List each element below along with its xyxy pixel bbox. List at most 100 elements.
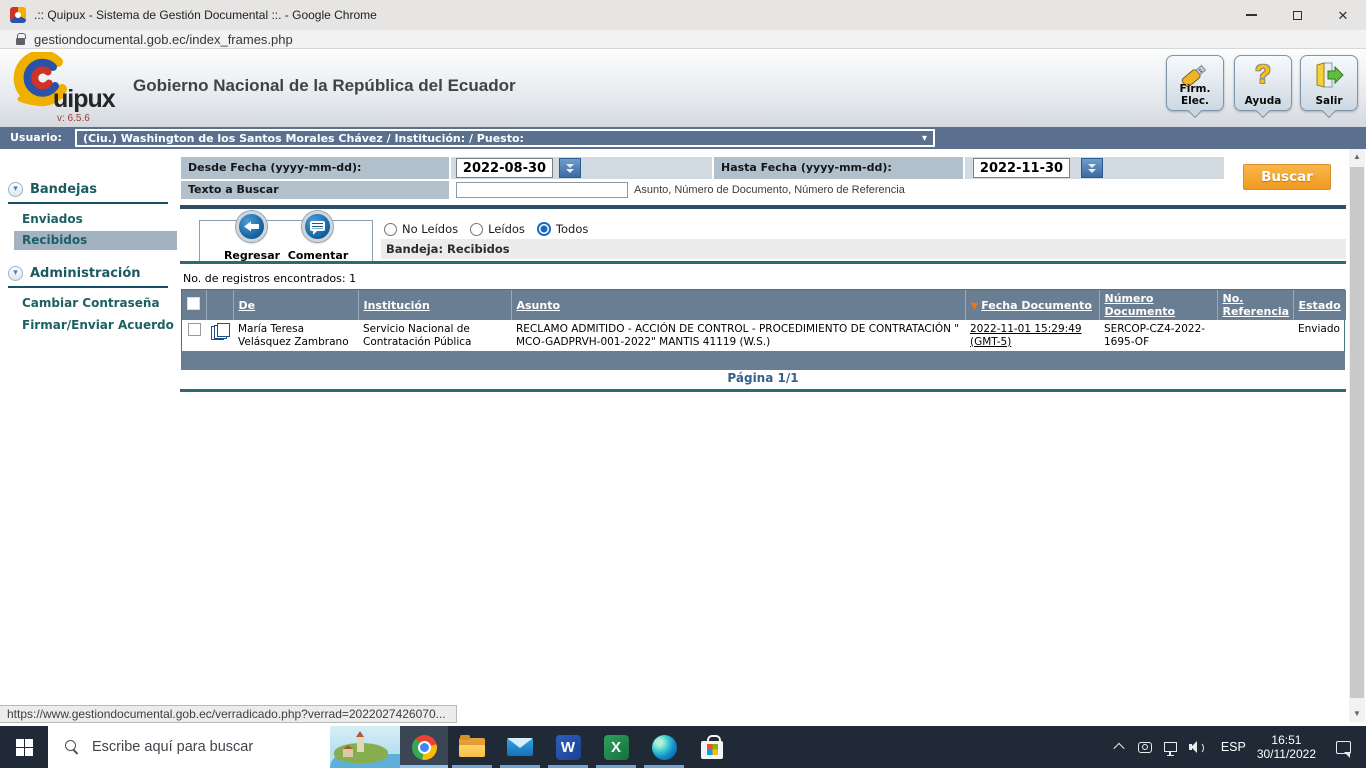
close-button[interactable]: ✕ (1320, 0, 1366, 30)
tray-volume-button[interactable] (1184, 726, 1210, 768)
header-cell-referencia: No. Referencia (1217, 290, 1294, 320)
taskbar-search[interactable]: Escribe aquí para buscar (48, 726, 400, 768)
search-hint: Asunto, Número de Documento, Número de R… (634, 184, 905, 196)
app-version: v: 6.5.6 (57, 113, 90, 124)
sidebar-section-bandejas[interactable]: ▾ Bandejas (8, 182, 168, 204)
column-sort-link-numero[interactable]: Número Documento (1105, 292, 1176, 318)
taskbar-app-explorer[interactable] (448, 726, 496, 768)
sidebar-item-cambiar-contrasena[interactable]: Cambiar Contraseña (14, 294, 177, 313)
tray-network-button[interactable] (1158, 726, 1184, 768)
back-button[interactable] (236, 211, 267, 242)
cell-asunto: RECLAMO ADMITIDO - ACCIÓN DE CONTROL - P… (516, 323, 960, 348)
windows-logo-icon (15, 738, 33, 756)
clock-time: 16:51 (1271, 733, 1302, 747)
user-bar: Usuario: (Ciu.) Washington de los Santos… (0, 127, 1366, 149)
sidebar-item-enviados[interactable]: Enviados (14, 210, 177, 229)
quipux-header: uipux v: 6.5.6 Gobierno Nacional de la R… (0, 49, 1366, 127)
help-button[interactable]: ? Ayuda (1234, 55, 1292, 111)
column-sort-link-institucion[interactable]: Institución (364, 299, 430, 312)
table-row: María Teresa Velásquez Zambrano Servicio… (182, 320, 1346, 351)
to-date-picker-button[interactable] (1081, 158, 1103, 178)
taskbar-app-edge[interactable] (640, 726, 688, 768)
search-highlight-image (330, 726, 400, 768)
taskbar-app-chrome[interactable] (400, 726, 448, 768)
calendar-dropdown-icon (566, 163, 574, 168)
excel-icon (603, 734, 629, 760)
filter-radio-todos[interactable]: Todos (536, 222, 588, 236)
restore-button[interactable] (1274, 0, 1320, 30)
address-bar[interactable]: gestiondocumental.gob.ec/index_frames.ph… (0, 30, 1366, 49)
filter-radio-leidos[interactable]: Leídos (470, 222, 525, 236)
header-cell-fecha: ▼ Fecha Documento (965, 290, 1100, 320)
column-sort-link-estado[interactable]: Estado (1299, 299, 1341, 312)
table-header-row: De Institución Asunto ▼ Fecha Documento N… (182, 290, 1346, 320)
notification-icon (1335, 740, 1351, 758)
column-sort-link-asunto[interactable]: Asunto (517, 299, 561, 312)
window-title: .:: Quipux - Sistema de Gestión Document… (34, 8, 377, 22)
taskbar-app-word[interactable] (544, 726, 592, 768)
select-all-checkbox[interactable] (187, 297, 200, 310)
scroll-down-button[interactable]: ▼ (1349, 706, 1365, 722)
quipux-logo-text: uipux (53, 85, 116, 113)
sidebar: ▾ Bandejas Enviados Recibidos ▾ Administ… (0, 149, 177, 722)
vertical-scrollbar[interactable]: ▲ ▼ (1349, 149, 1365, 722)
network-icon (1164, 742, 1178, 756)
firm-elec-button[interactable]: Firm. Elec. (1166, 55, 1224, 111)
question-mark-icon: ? (1255, 59, 1271, 89)
document-date-link[interactable]: 2022-11-01 15:29:49 (GMT-5) (970, 323, 1082, 348)
user-select-value: (Ciu.) Washington de los Santos Morales … (83, 131, 524, 145)
arrow-left-icon (244, 221, 260, 232)
read-filter-group: No Leídos Leídos Todos (384, 221, 600, 237)
language-indicator[interactable]: ESP (1221, 740, 1246, 754)
filter-radio-no-leidos[interactable]: No Leídos (384, 222, 458, 236)
search-button[interactable]: Buscar (1243, 164, 1331, 190)
from-date-input[interactable] (456, 158, 553, 178)
to-date-input[interactable] (973, 158, 1070, 178)
action-center-button[interactable] (1330, 726, 1356, 768)
tray-expand-button[interactable] (1106, 726, 1132, 768)
scrollbar-thumb[interactable] (1350, 167, 1364, 698)
column-sort-link-de[interactable]: De (239, 299, 256, 312)
store-icon (701, 734, 723, 759)
scroll-up-button[interactable]: ▲ (1349, 149, 1365, 165)
column-sort-link-referencia[interactable]: No. Referencia (1223, 292, 1290, 318)
screen: .:: Quipux - Sistema de Gestión Document… (0, 0, 1366, 768)
sidebar-section-administracion[interactable]: ▾ Administración (8, 266, 168, 288)
page-title: Gobierno Nacional de la República del Ec… (133, 76, 516, 95)
taskbar-app-mail[interactable] (496, 726, 544, 768)
row-cell-select (182, 320, 206, 351)
taskbar-app-excel[interactable] (592, 726, 640, 768)
logout-button[interactable]: Salir (1300, 55, 1358, 111)
results-table: De Institución Asunto ▼ Fecha Documento N… (181, 289, 1346, 352)
cell-numero: SERCOP-CZ4-2022-1695-OF (1104, 323, 1206, 348)
logout-label: Salir (1315, 95, 1343, 107)
search-text-input[interactable] (456, 182, 628, 198)
user-select[interactable]: (Ciu.) Washington de los Santos Morales … (75, 129, 935, 147)
row-checkbox[interactable] (187, 323, 201, 336)
start-button[interactable] (0, 726, 48, 768)
comment-button[interactable] (302, 211, 333, 242)
clock[interactable]: 16:51 30/11/2022 (1257, 733, 1316, 761)
firm-elec-label: Firm. Elec. (1179, 83, 1211, 107)
tray-meet-now-button[interactable] (1132, 726, 1158, 768)
sidebar-item-recibidos[interactable]: Recibidos (14, 231, 177, 250)
taskbar-app-store[interactable] (688, 726, 736, 768)
header-cell-icon (206, 290, 234, 320)
sidebar-item-firmar-enviar-acuerdo[interactable]: Firmar/Enviar Acuerdo (14, 316, 177, 335)
from-date-picker-button[interactable] (559, 158, 581, 178)
radio-icon (470, 222, 484, 236)
address-url[interactable]: gestiondocumental.gob.ec/index_frames.ph… (34, 30, 293, 49)
header-cell-numero: Número Documento (1099, 290, 1218, 320)
chevron-down-icon: ▾ (921, 132, 927, 144)
cell-de: María Teresa Velásquez Zambrano (238, 323, 349, 348)
header-cell-institucion: Institución (358, 290, 512, 320)
minimize-button[interactable] (1228, 0, 1274, 30)
sidebar-section-title: Bandejas (30, 182, 98, 197)
collapse-icon: ▾ (8, 266, 23, 281)
taskbar: Escribe aquí para buscar ESP 16:51 30/11… (0, 726, 1366, 768)
column-sort-link-fecha[interactable]: Fecha Documento (981, 299, 1092, 312)
restore-icon (1292, 7, 1305, 20)
taskbar-search-placeholder: Escribe aquí para buscar (92, 739, 254, 755)
document-stack-icon[interactable] (211, 323, 233, 340)
sort-desc-icon: ▼ (970, 300, 979, 312)
